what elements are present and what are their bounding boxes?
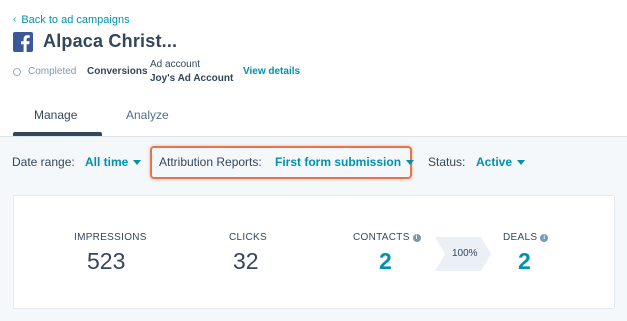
- stats-card: IMPRESSIONS 523 CLICKS 32 CONTACTS i 2 10…: [13, 195, 615, 309]
- campaign-goal: Conversions: [87, 66, 148, 77]
- ad-account-value: Joy's Ad Account: [150, 73, 234, 84]
- contacts-label-group: CONTACTS i: [353, 232, 421, 243]
- status-filter-value: Active: [476, 155, 513, 169]
- status-indicator-icon: [13, 68, 21, 76]
- conversion-rate: 100%: [452, 248, 478, 259]
- contacts-value[interactable]: 2: [379, 248, 392, 275]
- caret-down-icon: [133, 160, 142, 165]
- back-link-label: Back to ad campaigns: [21, 14, 130, 26]
- tab-bar: Manage Analyze: [0, 100, 627, 137]
- ad-account-label: Ad account: [150, 59, 201, 70]
- clicks-value: 32: [233, 248, 259, 274]
- active-tab-indicator: [13, 132, 102, 136]
- campaign-status: Completed: [28, 66, 77, 77]
- attribution-reports-value: First form submission: [275, 155, 402, 169]
- status-filter-dropdown[interactable]: Active: [476, 155, 526, 169]
- date-range-value: All time: [85, 155, 129, 169]
- tab-manage[interactable]: Manage: [34, 108, 77, 122]
- info-icon[interactable]: i: [540, 234, 549, 242]
- contacts-label: CONTACTS: [353, 232, 410, 243]
- info-icon[interactable]: i: [412, 234, 421, 242]
- view-details-link[interactable]: View details: [243, 66, 300, 77]
- back-to-campaigns-link[interactable]: ‹ Back to ad campaigns: [13, 14, 130, 26]
- manage-content: Date range: All time Attribution Reports…: [0, 137, 627, 321]
- date-range-label: Date range:: [12, 155, 75, 169]
- clicks-label: CLICKS: [229, 232, 267, 243]
- status-filter-label: Status:: [428, 155, 466, 169]
- deals-label-group: DEALS i: [503, 232, 549, 243]
- tab-analyze[interactable]: Analyze: [126, 108, 169, 122]
- filter-bar: Date range: All time Attribution Reports…: [0, 137, 627, 187]
- campaign-meta: Completed Conversions Ad account Joy's A…: [13, 59, 613, 89]
- attribution-reports-label: Attribution Reports:: [159, 155, 262, 169]
- impressions-value: 523: [87, 248, 126, 274]
- title-row: Alpaca Christ...: [13, 31, 177, 52]
- deals-value[interactable]: 2: [518, 248, 531, 275]
- campaign-header: ‹ Back to ad campaigns Alpaca Christ... …: [0, 0, 627, 137]
- caret-down-icon: [517, 160, 526, 165]
- impressions-label: IMPRESSIONS: [74, 232, 147, 243]
- attribution-reports-dropdown[interactable]: First form submission: [275, 155, 415, 169]
- caret-down-icon: [406, 160, 415, 165]
- facebook-icon: [13, 31, 33, 52]
- campaign-title: Alpaca Christ...: [43, 31, 178, 51]
- date-range-dropdown[interactable]: All time: [85, 155, 142, 169]
- chevron-left-icon: ‹: [13, 14, 17, 25]
- deals-label: DEALS: [503, 232, 538, 243]
